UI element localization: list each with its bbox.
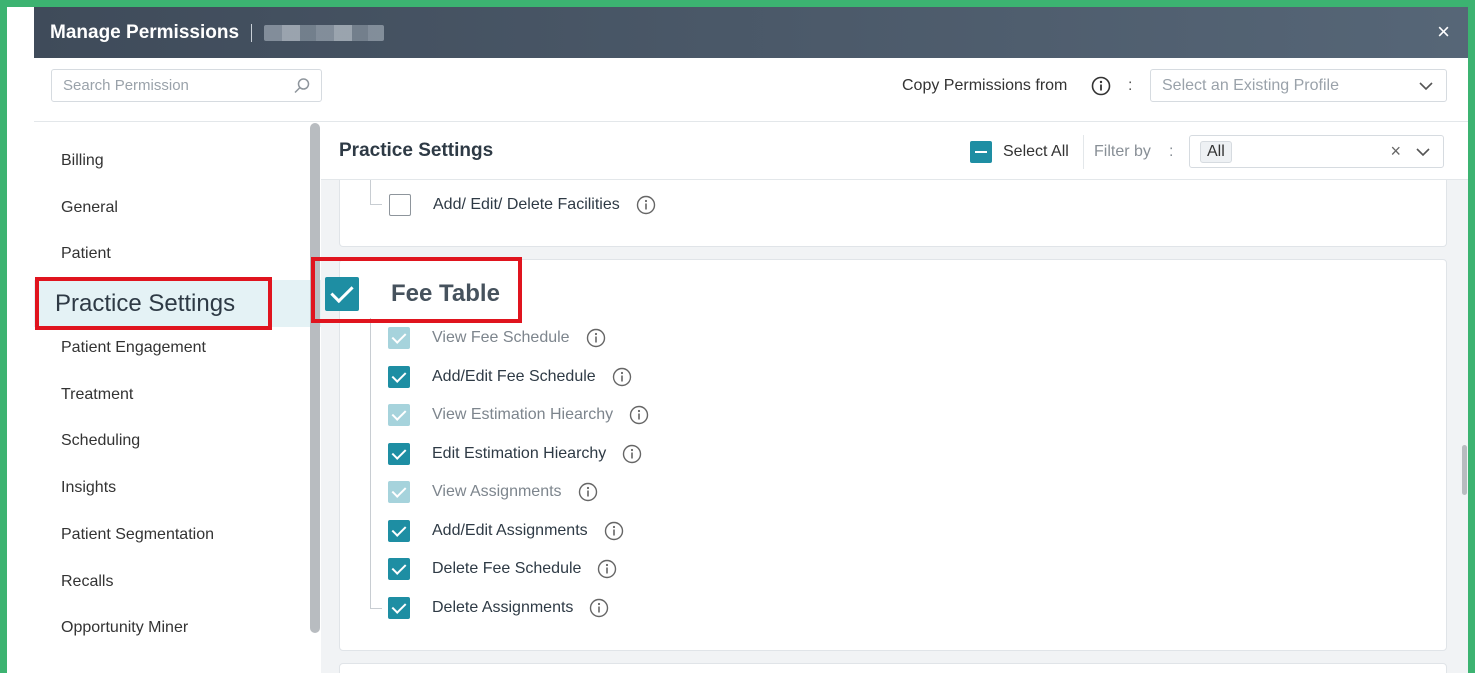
permission-label: Add/ Edit/ Delete Facilities xyxy=(433,196,620,213)
permission-row: Add/Edit Assignments xyxy=(388,519,624,543)
permission-row: Add/ Edit/ Delete Facilities xyxy=(389,193,656,217)
tree-connector xyxy=(370,204,382,205)
info-icon[interactable] xyxy=(612,367,632,387)
permission-checkbox[interactable] xyxy=(388,327,410,349)
select-all-checkbox[interactable] xyxy=(970,141,992,163)
filter-colon: : xyxy=(1169,143,1174,160)
close-button[interactable]: × xyxy=(1437,19,1450,45)
permission-label: View Estimation Hiearchy xyxy=(432,406,614,423)
permission-checkbox[interactable] xyxy=(388,366,410,388)
main-scrollbar[interactable] xyxy=(1462,445,1467,495)
sidebar-item-patient-segmentation[interactable]: Patient Segmentation xyxy=(61,526,214,544)
profile-placeholder: Select an Existing Profile xyxy=(1162,76,1339,94)
sidebar-item-recalls[interactable]: Recalls xyxy=(61,573,113,591)
info-icon[interactable] xyxy=(629,405,649,425)
permission-label: Add/Edit Assignments xyxy=(432,522,588,539)
permission-row: Add/Edit Fee Schedule xyxy=(388,365,632,389)
sidebar-scrollbar[interactable] xyxy=(310,123,320,633)
info-icon[interactable] xyxy=(589,598,609,618)
info-icon[interactable] xyxy=(1091,76,1111,96)
sidebar-item-patient-engagement[interactable]: Patient Engagement xyxy=(61,339,206,357)
header-divider xyxy=(1083,135,1084,169)
toolbar: Search Permission Copy Permissions from … xyxy=(34,58,1468,122)
permission-checkbox[interactable] xyxy=(388,443,410,465)
permission-label: Add/Edit Fee Schedule xyxy=(432,368,596,385)
permissions-panel: Practice Settings Select All Filter by :… xyxy=(321,123,1468,673)
sidebar-item-insights[interactable]: Insights xyxy=(61,479,116,497)
permission-row: Delete Fee Schedule xyxy=(388,557,617,581)
tree-connector xyxy=(370,180,371,204)
info-icon[interactable] xyxy=(578,482,598,502)
permission-row: Edit Estimation Hiearchy xyxy=(388,442,642,466)
chevron-down-icon xyxy=(1416,147,1430,156)
sidebar-item-label: Practice Settings xyxy=(55,289,236,317)
info-icon[interactable] xyxy=(604,521,624,541)
redacted-user-name xyxy=(264,24,385,41)
sidebar-item-patient[interactable]: Patient xyxy=(61,245,111,263)
permission-label: Edit Estimation Hiearchy xyxy=(432,445,607,462)
tree-connector xyxy=(370,318,371,608)
permission-row: View Fee Schedule xyxy=(388,326,606,350)
permission-label: Delete Assignments xyxy=(432,599,574,616)
search-input[interactable]: Search Permission xyxy=(51,69,322,102)
permission-category-sidebar: Billing General Patient Practice Setting… xyxy=(34,123,321,673)
title-divider xyxy=(251,23,253,42)
permission-row: View Assignments xyxy=(388,480,598,504)
info-icon[interactable] xyxy=(636,195,656,215)
permission-group-card: Add/ Edit/ Delete Facilities xyxy=(339,180,1447,247)
sidebar-item-opportunity-miner[interactable]: Opportunity Miner xyxy=(61,619,188,637)
sidebar-item-scheduling[interactable]: Scheduling xyxy=(61,432,140,450)
info-icon[interactable] xyxy=(597,559,617,579)
permission-row: Delete Assignments xyxy=(388,596,609,620)
permission-label: View Assignments xyxy=(432,483,562,500)
permission-checkbox[interactable] xyxy=(388,558,410,580)
sidebar-item-billing[interactable]: Billing xyxy=(61,152,104,170)
panel-title: Practice Settings xyxy=(339,140,494,161)
copy-permissions-label: Copy Permissions from xyxy=(902,77,1068,94)
dialog-header: Manage Permissions × xyxy=(34,7,1468,58)
sidebar-item-practice-settings[interactable]: Practice Settings xyxy=(35,277,272,330)
filter-select[interactable]: All × xyxy=(1189,135,1444,168)
info-icon[interactable] xyxy=(586,328,606,348)
permission-checkbox[interactable] xyxy=(388,597,410,619)
next-group-card xyxy=(339,663,1447,673)
permission-row: View Estimation Hiearchy xyxy=(388,403,649,427)
permission-checkbox[interactable] xyxy=(389,194,411,216)
filter-chip: All xyxy=(1200,140,1232,163)
permission-checkbox[interactable] xyxy=(388,520,410,542)
fee-table-highlight xyxy=(311,257,522,323)
permission-checkbox[interactable] xyxy=(388,404,410,426)
panel-header: Practice Settings Select All Filter by :… xyxy=(321,123,1468,180)
info-icon[interactable] xyxy=(622,444,642,464)
permission-label: Delete Fee Schedule xyxy=(432,560,582,577)
sidebar-item-general[interactable]: General xyxy=(61,199,118,217)
permission-label: View Fee Schedule xyxy=(432,329,570,346)
sidebar-item-treatment[interactable]: Treatment xyxy=(61,386,133,404)
search-icon xyxy=(294,77,310,93)
copy-colon: : xyxy=(1128,77,1133,94)
filter-label: Filter by xyxy=(1094,143,1151,160)
dialog-title: Manage Permissions xyxy=(50,21,240,43)
search-placeholder: Search Permission xyxy=(63,77,189,94)
app-frame: Manage Permissions × Search Permission C… xyxy=(7,7,1468,673)
existing-profile-select[interactable]: Select an Existing Profile xyxy=(1150,69,1447,102)
chevron-down-icon xyxy=(1419,81,1433,90)
select-all-label[interactable]: Select All xyxy=(1003,143,1069,161)
permission-checkbox[interactable] xyxy=(388,481,410,503)
clear-filter-icon[interactable]: × xyxy=(1390,141,1401,162)
tree-connector xyxy=(370,608,382,609)
